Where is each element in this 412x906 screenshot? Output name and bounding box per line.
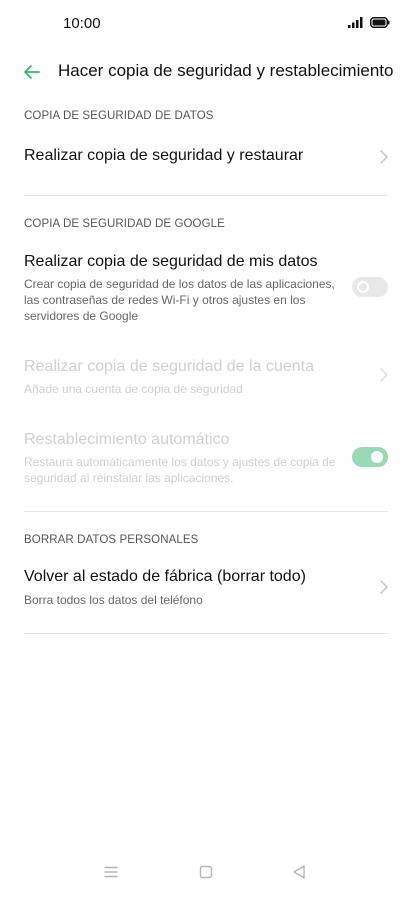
- section-label-data-backup: COPIA DE SEGURIDAD DE DATOS: [24, 110, 214, 122]
- section-label-google-backup: COPIA DE SEGURIDAD DE GOOGLE: [24, 218, 225, 230]
- factory-reset-item[interactable]: Volver al estado de fábrica (borrar todo…: [0, 562, 412, 618]
- divider: [24, 633, 388, 634]
- square-icon[interactable]: [194, 860, 218, 884]
- backup-restore-title: Realizar copia de seguridad y restaurar: [24, 147, 304, 164]
- backup-account-item[interactable]: Realizar copia de seguridad de la cuenta…: [0, 352, 412, 402]
- chevron-right-icon: [380, 580, 388, 594]
- header: Hacer copia de seguridad y restablecimie…: [0, 54, 412, 90]
- status-time: 10:00: [63, 15, 101, 32]
- backup-my-data-title: Realizar copia de seguridad de mis datos: [24, 253, 318, 270]
- backup-account-title: Realizar copia de seguridad de la cuenta: [24, 358, 314, 375]
- arrow-left-icon[interactable]: [20, 60, 44, 84]
- section-label-personal-data: BORRAR DATOS PERSONALES: [24, 534, 199, 546]
- backup-account-subtitle: Añade una cuenta de copia de seguridad: [24, 382, 243, 396]
- auto-restore-toggle[interactable]: [352, 447, 388, 467]
- status-icons: [348, 16, 390, 28]
- chevron-right-icon: [380, 150, 388, 164]
- backup-my-data-toggle[interactable]: [352, 277, 388, 297]
- toggle-knob: [371, 451, 383, 463]
- battery-icon: [370, 16, 390, 28]
- backup-restore-item[interactable]: Realizar copia de seguridad y restaurar: [0, 130, 412, 182]
- triangle-back-icon[interactable]: [287, 860, 311, 884]
- chevron-right-icon: [380, 368, 388, 382]
- backup-my-data-subtitle: Crear copia de seguridad de los datos de…: [24, 277, 335, 323]
- signal-icon: [348, 17, 363, 28]
- auto-restore-title: Restablecimiento automático: [24, 431, 230, 448]
- factory-reset-title: Volver al estado de fábrica (borrar todo…: [24, 568, 306, 585]
- toggle-knob: [357, 281, 369, 293]
- auto-restore-item[interactable]: Restablecimiento automático Restaura aut…: [0, 425, 412, 489]
- status-bar: 10:00: [0, 0, 412, 46]
- page-title: Hacer copia de seguridad y restablecimie…: [58, 61, 394, 80]
- menu-icon[interactable]: [99, 860, 123, 884]
- divider: [24, 195, 388, 196]
- divider: [24, 511, 388, 512]
- backup-my-data-item[interactable]: Realizar copia de seguridad de mis datos…: [0, 244, 412, 332]
- factory-reset-subtitle: Borra todos los datos del teléfono: [24, 593, 203, 607]
- auto-restore-subtitle: Restaura automáticamente los datos y aju…: [24, 455, 336, 485]
- navigation-bar: [0, 860, 412, 906]
